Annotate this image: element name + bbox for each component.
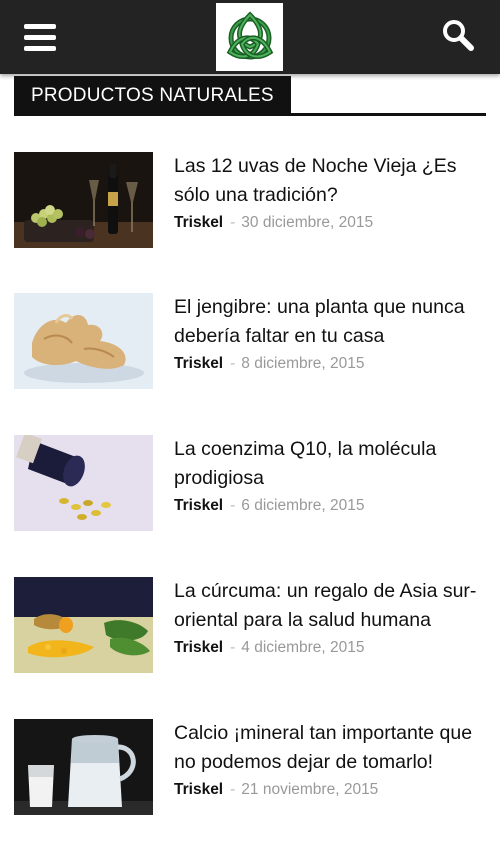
top-bar	[0, 0, 500, 74]
meta-separator: -	[230, 355, 236, 372]
article-thumbnail-coenzyme[interactable]	[14, 435, 153, 531]
article-title[interactable]: La coenzima Q10, la molécula prodigiosa	[174, 435, 479, 492]
article-date: 6 diciembre, 2015	[241, 497, 365, 514]
article-title[interactable]: El jengibre: una planta que nunca deberí…	[174, 293, 479, 350]
article-thumbnail-ginger[interactable]	[14, 293, 153, 389]
meta-separator: -	[230, 497, 236, 514]
article-author[interactable]: Triskel	[174, 355, 223, 372]
article-author[interactable]: Triskel	[174, 639, 223, 656]
article-title[interactable]: La cúrcuma: un regalo de Asia sur-orient…	[174, 577, 479, 634]
meta-separator: -	[230, 214, 236, 231]
article-item: La cúrcuma: un regalo de Asia sur-orient…	[14, 577, 486, 673]
article-title[interactable]: Las 12 uvas de Noche Vieja ¿Es sólo una …	[174, 152, 479, 209]
article-meta: Triskel -8 diciembre, 2015	[174, 355, 365, 373]
article-meta: Triskel -6 diciembre, 2015	[174, 497, 365, 515]
article-item: La coenzima Q10, la molécula prodigiosa …	[14, 435, 486, 531]
site-logo[interactable]	[216, 3, 283, 71]
article-author[interactable]: Triskel	[174, 781, 223, 798]
article-title[interactable]: Calcio ¡mineral tan importante que no po…	[174, 719, 479, 776]
article-author[interactable]: Triskel	[174, 497, 223, 514]
menu-button[interactable]	[22, 21, 58, 53]
article-item: Las 12 uvas de Noche Vieja ¿Es sólo una …	[14, 152, 486, 248]
article-meta: Triskel -4 diciembre, 2015	[174, 639, 365, 657]
article-date: 30 diciembre, 2015	[241, 214, 374, 231]
article-thumbnail-calcium[interactable]	[14, 719, 153, 815]
section-title[interactable]: PRODUCTOS NATURALES	[14, 76, 291, 113]
article-author[interactable]: Triskel	[174, 214, 223, 231]
search-button[interactable]	[440, 18, 476, 54]
article-meta: Triskel -30 diciembre, 2015	[174, 214, 373, 232]
article-item: El jengibre: una planta que nunca deberí…	[14, 293, 486, 389]
article-date: 21 noviembre, 2015	[241, 781, 379, 798]
article-item: Calcio ¡mineral tan importante que no po…	[14, 719, 486, 815]
article-date: 8 diciembre, 2015	[241, 355, 365, 372]
article-thumbnail-grapes[interactable]	[14, 152, 153, 248]
meta-separator: -	[230, 639, 236, 656]
search-icon	[443, 20, 474, 51]
triskel-celtic-knot-logo	[226, 11, 273, 60]
meta-separator: -	[230, 781, 236, 798]
article-meta: Triskel -21 noviembre, 2015	[174, 781, 378, 799]
article-date: 4 diciembre, 2015	[241, 639, 365, 656]
article-thumbnail-turmeric[interactable]	[14, 577, 153, 673]
section-heading: PRODUCTOS NATURALES	[14, 76, 486, 116]
